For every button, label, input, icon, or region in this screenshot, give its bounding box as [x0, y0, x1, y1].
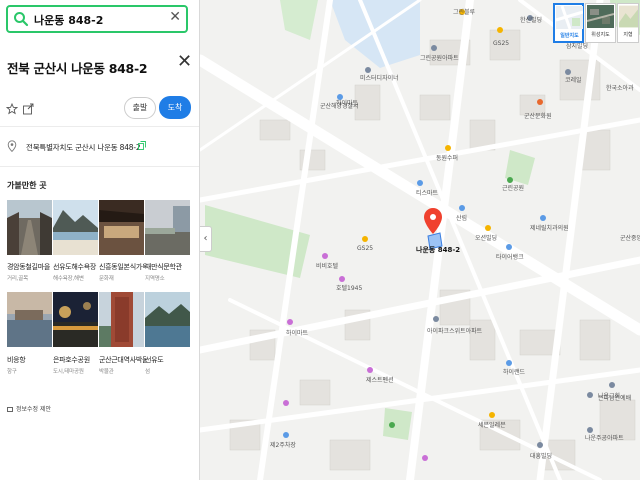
poi-label[interactable]: 타이어뱅크	[496, 253, 524, 261]
share-icon[interactable]	[22, 103, 34, 115]
poi-label[interactable]: 군산문화원	[524, 112, 552, 120]
nearby-item-category: 박물관	[99, 369, 114, 375]
arrive-button[interactable]: 도착	[159, 96, 191, 119]
map-type-label: 위성지도	[591, 32, 610, 38]
poi-label[interactable]: 하이랜드	[503, 368, 526, 376]
poi-label[interactable]: 나운주공아파트	[585, 434, 624, 442]
page-title: 전북 군산시 나운동 848-2	[7, 61, 148, 76]
search-input[interactable]: 나운동 848-2 ✕	[6, 5, 188, 33]
poi-label[interactable]: 그린공원아파트	[420, 54, 459, 62]
poi-label[interactable]: 제2주차장	[270, 441, 296, 449]
nearby-item-category: 지역명소	[145, 276, 165, 282]
search-query: 나운동 848-2	[34, 14, 104, 27]
poi-label[interactable]: 한국소아과	[606, 84, 634, 92]
map-type-label: 지형	[623, 32, 633, 38]
clear-search-icon[interactable]: ✕	[169, 9, 181, 25]
nearby-thumb-seonyudo-beach[interactable]	[53, 200, 98, 255]
poi-label[interactable]: 미스터디자이너	[360, 74, 399, 82]
poi-label[interactable]: 코레일	[565, 76, 582, 84]
nearby-item-name[interactable]: 채만식문학관	[145, 262, 192, 272]
poi-label[interactable]: 산림	[456, 214, 467, 222]
nearby-item-name[interactable]: 비응항	[7, 355, 54, 365]
divider	[0, 166, 199, 167]
poi-label[interactable]: 근린공원	[502, 184, 524, 192]
nearby-item-category: 거리,골목	[7, 276, 28, 282]
poi-label[interactable]: GS25	[357, 245, 373, 252]
nearby-thumb-seonyudo[interactable]	[145, 292, 190, 347]
nearby-thumb-gyeongam[interactable]	[7, 200, 52, 255]
poi-label[interactable]: 제네릴치과의원	[530, 224, 569, 232]
map-type-label: 일반지도	[560, 33, 579, 39]
nearby-thumb-chaemansik[interactable]	[145, 200, 190, 255]
nearby-item-name[interactable]: 선유도해수욕장	[53, 262, 100, 272]
star-icon[interactable]	[6, 103, 18, 115]
nearby-item-name[interactable]: 선유도	[145, 355, 192, 365]
report-icon	[7, 407, 13, 412]
map-type-normal[interactable]: 일반지도	[553, 3, 584, 43]
poi-label[interactable]: 동원수퍼	[436, 154, 458, 162]
close-icon[interactable]: ✕	[177, 51, 192, 72]
chevron-left-icon: ‹	[203, 233, 208, 244]
report-edit-link[interactable]: 정보수정 제안	[7, 404, 51, 413]
search-icon	[14, 12, 29, 27]
nearby-item-name[interactable]: 경암동철길마을	[7, 262, 54, 272]
poi-label[interactable]: 하이마트	[286, 329, 309, 337]
nearby-item-category: 항구	[7, 369, 17, 375]
location-pin-icon	[7, 140, 17, 152]
poi-label[interactable]: 세븐일레븐	[478, 421, 506, 429]
nearby-item-name[interactable]: 신흥동일본식가옥	[99, 262, 146, 272]
poi-label[interactable]: 하이마트	[336, 99, 359, 107]
nearby-item-category: 도시,테마공원	[53, 369, 84, 375]
address-text: 전북특별자치도 군산시 나운동 848-2	[26, 143, 141, 152]
nearby-thumb-bieung-port[interactable]	[7, 292, 52, 347]
place-panel: 나운동 848-2 ✕ 전북 군산시 나운동 848-2 ✕ 출발 도착 전북특…	[0, 0, 200, 480]
copy-icon[interactable]	[138, 141, 146, 150]
poi-label[interactable]: 오션빌딩	[475, 234, 497, 242]
nearby-thumb-history-museum[interactable]	[99, 292, 144, 347]
poi-label[interactable]: 아이파크스위트아파트	[427, 327, 483, 335]
nearby-item-category: 문화재	[99, 276, 114, 282]
marker-label: 나운동 848-2	[416, 245, 460, 254]
map-type-satellite[interactable]: 위성지도	[585, 3, 616, 43]
map-type-switcher: 일반지도 위성지도 지형	[553, 3, 639, 43]
nearby-thumb-sinheung-house[interactable]	[99, 200, 144, 255]
nearby-section-title: 가볼만한 곳	[7, 181, 47, 190]
poi-label[interactable]: 삼지빌딩	[566, 42, 588, 50]
park-area-south	[383, 408, 412, 440]
nearby-thumb-eunpa-park[interactable]	[53, 292, 98, 347]
poi-label[interactable]: 그린블루	[453, 9, 476, 16]
poi-label[interactable]: 비비호텔	[316, 262, 339, 270]
poi-label[interactable]: 군산중앙여자고	[620, 234, 640, 242]
poi-label[interactable]: 호텔1945	[336, 284, 362, 292]
nearby-item-name[interactable]: 군산근대역사박물관	[99, 355, 146, 365]
nearby-item-name[interactable]: 은파호수공원	[53, 355, 100, 365]
poi-label[interactable]: 대흥빌딩	[530, 452, 552, 460]
poi-label[interactable]: 은파남연예배	[598, 394, 631, 402]
map-type-terrain[interactable]: 지형	[617, 3, 639, 43]
report-label: 정보수정 제안	[16, 406, 52, 413]
depart-button[interactable]: 출발	[124, 97, 156, 119]
nearby-item-category: 섬	[145, 369, 150, 375]
poi-label[interactable]: 티스마트	[416, 189, 439, 197]
collapse-panel-button[interactable]: ‹	[200, 226, 212, 252]
poi-label[interactable]: GS25	[493, 40, 509, 47]
poi-label[interactable]: 제스트펜션	[366, 376, 394, 384]
nearby-item-category: 해수욕장,해변	[53, 276, 84, 282]
divider	[0, 126, 199, 127]
poi-label[interactable]: 한신빌딩	[520, 16, 542, 24]
